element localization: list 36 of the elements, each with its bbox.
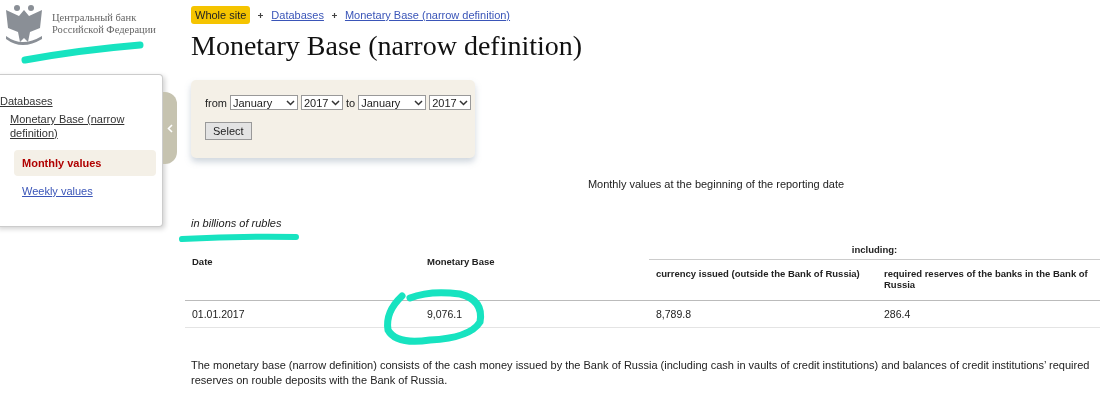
from-label: from — [205, 96, 227, 109]
column-header: Date — [185, 244, 420, 301]
sidebar-item[interactable]: Monetary Base (narrow definition) — [10, 110, 156, 142]
chevron-down-icon — [414, 99, 424, 106]
month-dropdown[interactable]: January — [358, 95, 427, 110]
units-label: in billions of rubles — [191, 217, 282, 229]
column-header: Monetary Base — [420, 244, 649, 301]
month-dropdown[interactable]: January — [230, 95, 298, 110]
chevron-down-icon — [331, 99, 340, 106]
collapse-tab[interactable] — [163, 92, 177, 164]
breadcrumb-link[interactable]: Databases — [271, 9, 324, 21]
table-cell: 01.01.2017 — [185, 300, 420, 328]
separator-icon — [331, 12, 337, 18]
page-title: Monetary Base (narrow definition) — [191, 30, 584, 63]
year-dropdown[interactable]: 2017 — [301, 95, 343, 110]
table-cell: 9,076.1 — [420, 300, 649, 328]
sidebar-item[interactable]: Monthly values — [14, 150, 156, 176]
chevron-down-icon — [459, 99, 469, 106]
sidebar-item[interactable]: Weekly values — [14, 178, 156, 204]
definition-note: The monetary base (narrow definition) consists of the cash money issued by the Bank of Russia (including cash in vaults of credit institutions) and balances of credit institutions’ required reserves on rouble deposits with the Bank of Russia. — [191, 358, 1091, 388]
chevron-left-icon — [167, 123, 173, 133]
chevron-down-icon — [286, 99, 295, 106]
breadcrumb-badge[interactable]: Whole site — [191, 6, 251, 24]
select-button[interactable]: Select — [205, 122, 252, 140]
table-cell: 286.4 — [877, 300, 1100, 328]
separator-icon — [258, 12, 264, 18]
breadcrumb-link[interactable]: Monetary Base (narrow definition) — [344, 9, 511, 21]
to-label: to — [346, 96, 356, 109]
table-caption: Monthly values at the beginning of the reporting date — [587, 178, 845, 190]
bank-name: Центральный банк Российской Федерации — [52, 12, 156, 36]
group-header: including: — [649, 244, 1100, 260]
year-dropdown[interactable]: 2017 — [429, 95, 472, 110]
table-cell: 8,789.8 — [649, 300, 877, 328]
sidebar-item[interactable]: Databases — [0, 92, 156, 110]
column-header: currency issued (outside the Bank of Russia) — [649, 259, 877, 301]
column-header: required reserves of the banks in the Bank of Russia — [877, 259, 1100, 301]
